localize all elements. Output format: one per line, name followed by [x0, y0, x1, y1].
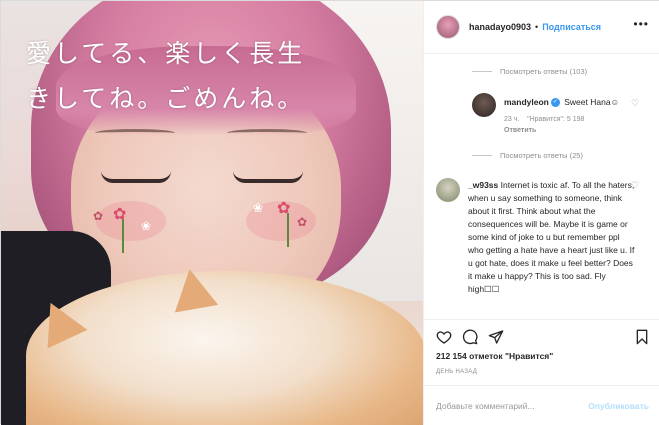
post-sidebar: hanadayo0903 • Подписаться ••• Посмотрет… — [423, 1, 659, 425]
separator-dot: • — [535, 22, 539, 32]
post-actions — [424, 319, 659, 355]
likes-count[interactable]: 212 154 отметок "Нравится" — [436, 351, 553, 361]
reply-avatar[interactable] — [472, 93, 496, 117]
view-replies-button[interactable]: Посмотреть ответы (103) — [472, 67, 587, 76]
photo-cat — [26, 271, 423, 425]
photo-eye-right — [233, 171, 303, 183]
comment-username[interactable]: _w93ss — [468, 180, 498, 190]
reply-button[interactable]: Ответить — [504, 127, 536, 134]
photo-cat-ear — [167, 265, 219, 313]
like-comment-heart-icon[interactable]: ♡ — [631, 99, 639, 109]
post-timestamp[interactable]: ДЕНЬ НАЗАД — [436, 369, 477, 375]
rose-sticker-icon: ✿ — [297, 215, 308, 229]
rose-sticker-icon: ✿ — [277, 198, 291, 217]
post-photo[interactable]: ✿ ✿ ❀ ✿ ✿ ❀ 愛してる、楽しく長生 きしてね。ごめんね。 — [1, 1, 423, 425]
reply-text: Sweet Hana☺ — [564, 97, 620, 107]
comment-avatar[interactable] — [436, 178, 460, 202]
view-replies-label: Посмотреть ответы (103) — [500, 67, 588, 76]
like-comment-heart-icon[interactable]: ♡ — [631, 181, 639, 191]
publish-button[interactable]: Опубликовать — [588, 401, 649, 411]
verified-badge-icon: ✓ — [550, 98, 560, 108]
rose-sticker-icon: ✿ — [93, 209, 104, 223]
reply-username[interactable]: mandyleon — [504, 97, 549, 107]
instagram-post-modal: ✿ ✿ ❀ ✿ ✿ ❀ 愛してる、楽しく長生 きしてね。ごめんね。 hanada… — [0, 0, 659, 425]
follow-button[interactable]: Подписаться — [542, 22, 601, 32]
comment-text: Internet is toxic af. To all the haters,… — [468, 180, 635, 294]
flower-stem — [122, 219, 124, 253]
comment-input[interactable] — [436, 400, 589, 411]
photo-caption-line-1: 愛してる、楽しく長生 — [26, 39, 306, 68]
photo-blush-left — [96, 201, 166, 241]
reply-likes-count[interactable]: "Нравится": 5 198 — [527, 116, 584, 123]
comment: _w93ss Internet is toxic af. To all the … — [468, 179, 636, 296]
rose-sticker-icon: ✿ — [113, 204, 127, 223]
author-username[interactable]: hanadayo0903 — [469, 22, 531, 32]
photo-caption: 愛してる、楽しく長生 きしてね。ごめんね。 — [26, 31, 396, 121]
heart-icon[interactable] — [436, 329, 452, 345]
more-options-icon[interactable]: ••• — [633, 17, 649, 31]
butterfly-sticker-icon: ❀ — [253, 201, 264, 215]
add-comment-bar: Опубликовать — [424, 385, 659, 425]
photo-caption-line-2: きしてね。ごめんね。 — [26, 84, 306, 113]
photo-brow-left — [95, 129, 175, 137]
bookmark-icon[interactable] — [634, 329, 650, 345]
view-replies-button[interactable]: Посмотреть ответы (25) — [472, 151, 583, 160]
reply-meta: 23 ч. "Нравится": 5 198 — [504, 116, 584, 123]
photo-eye-left — [101, 171, 171, 183]
author-avatar[interactable] — [436, 15, 460, 39]
divider-line — [472, 71, 492, 72]
post-header: hanadayo0903 • Подписаться ••• — [424, 1, 659, 54]
comment-icon[interactable] — [462, 329, 478, 345]
view-replies-label: Посмотреть ответы (25) — [500, 151, 583, 160]
comments-list[interactable]: Посмотреть ответы (103) mandyleon ✓ Sweet… — [424, 55, 659, 317]
share-icon[interactable] — [488, 329, 504, 345]
flower-stem — [287, 213, 289, 247]
reply-age: 23 ч. — [504, 116, 520, 123]
butterfly-sticker-icon: ❀ — [141, 219, 152, 233]
divider-line — [472, 155, 492, 156]
photo-brow-right — [227, 129, 307, 137]
